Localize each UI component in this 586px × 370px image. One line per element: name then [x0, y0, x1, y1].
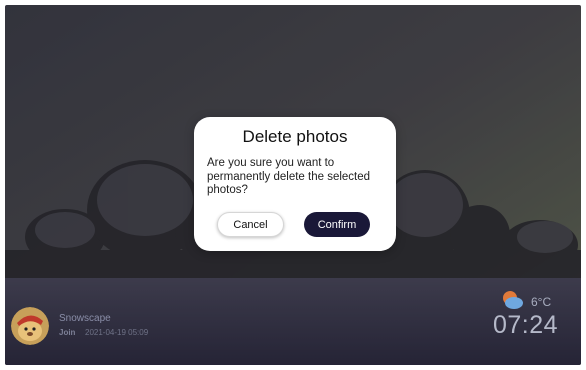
wallpaper-name: Snowscape — [59, 313, 111, 324]
clock-time: 07:24 — [493, 311, 559, 339]
partly-cloudy-icon — [501, 289, 523, 311]
join-label[interactable]: Join — [59, 328, 75, 337]
dialog-message: Are you sure you want to permanently del… — [207, 157, 371, 196]
avatar[interactable] — [11, 307, 49, 345]
temperature: 6°C — [531, 295, 552, 309]
delete-photos-dialog: Delete photos Are you sure you want to p… — [194, 117, 396, 251]
dialog-title: Delete photos — [242, 127, 348, 146]
wallpaper-date: 2021-04-19 05:09 — [85, 328, 149, 337]
cancel-button[interactable]: Cancel — [217, 212, 284, 237]
confirm-button[interactable]: Confirm — [304, 212, 370, 237]
screen: Snowscape Join 2021-04-19 05:09 6°C 07:2… — [5, 5, 581, 365]
